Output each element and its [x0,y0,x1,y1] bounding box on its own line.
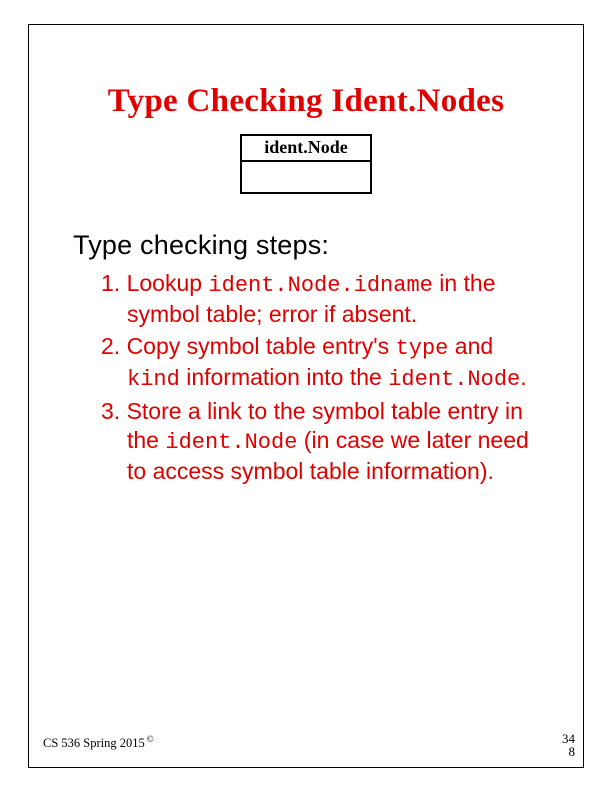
step-2-period: . [520,364,526,390]
footer-course: CS 536 Spring 2015© [43,734,154,751]
step-list: 1. Lookup ident.Node.idname in the symbo… [101,269,531,485]
step-2-lead: 2. Copy symbol table entry's [101,333,396,359]
section-subtitle: Type checking steps: [73,230,583,261]
step-2-mid: and [448,333,493,359]
step-item-2: 2. Copy symbol table entry's type and ki… [101,332,531,393]
node-diagram-body [242,162,370,192]
node-diagram-label: ident.Node [242,136,370,162]
footer-course-text: CS 536 Spring 2015 [43,736,145,750]
step-item-1: 1. Lookup ident.Node.idname in the symbo… [101,269,531,328]
code-identnode-2: ident.Node [388,367,520,392]
footer-pagenum: 34 8 [562,732,575,759]
node-diagram: ident.Node [240,134,372,194]
step-1-lead: 1. Lookup [101,270,208,296]
page-num-top: 34 [562,732,575,746]
slide-title: Type Checking Ident.Nodes [29,83,583,120]
slide-frame: Type Checking Ident.Nodes ident.Node Typ… [28,24,584,768]
code-type: type [396,336,449,361]
code-kind: kind [127,367,180,392]
code-idname: ident.Node.idname [208,273,432,298]
code-identnode-3: ident.Node [165,430,297,455]
page-num-bottom: 8 [562,745,575,759]
footer-copyright: © [147,734,154,744]
step-2-tail: information into the [180,364,388,390]
step-item-3: 3. Store a link to the symbol table entr… [101,397,531,485]
